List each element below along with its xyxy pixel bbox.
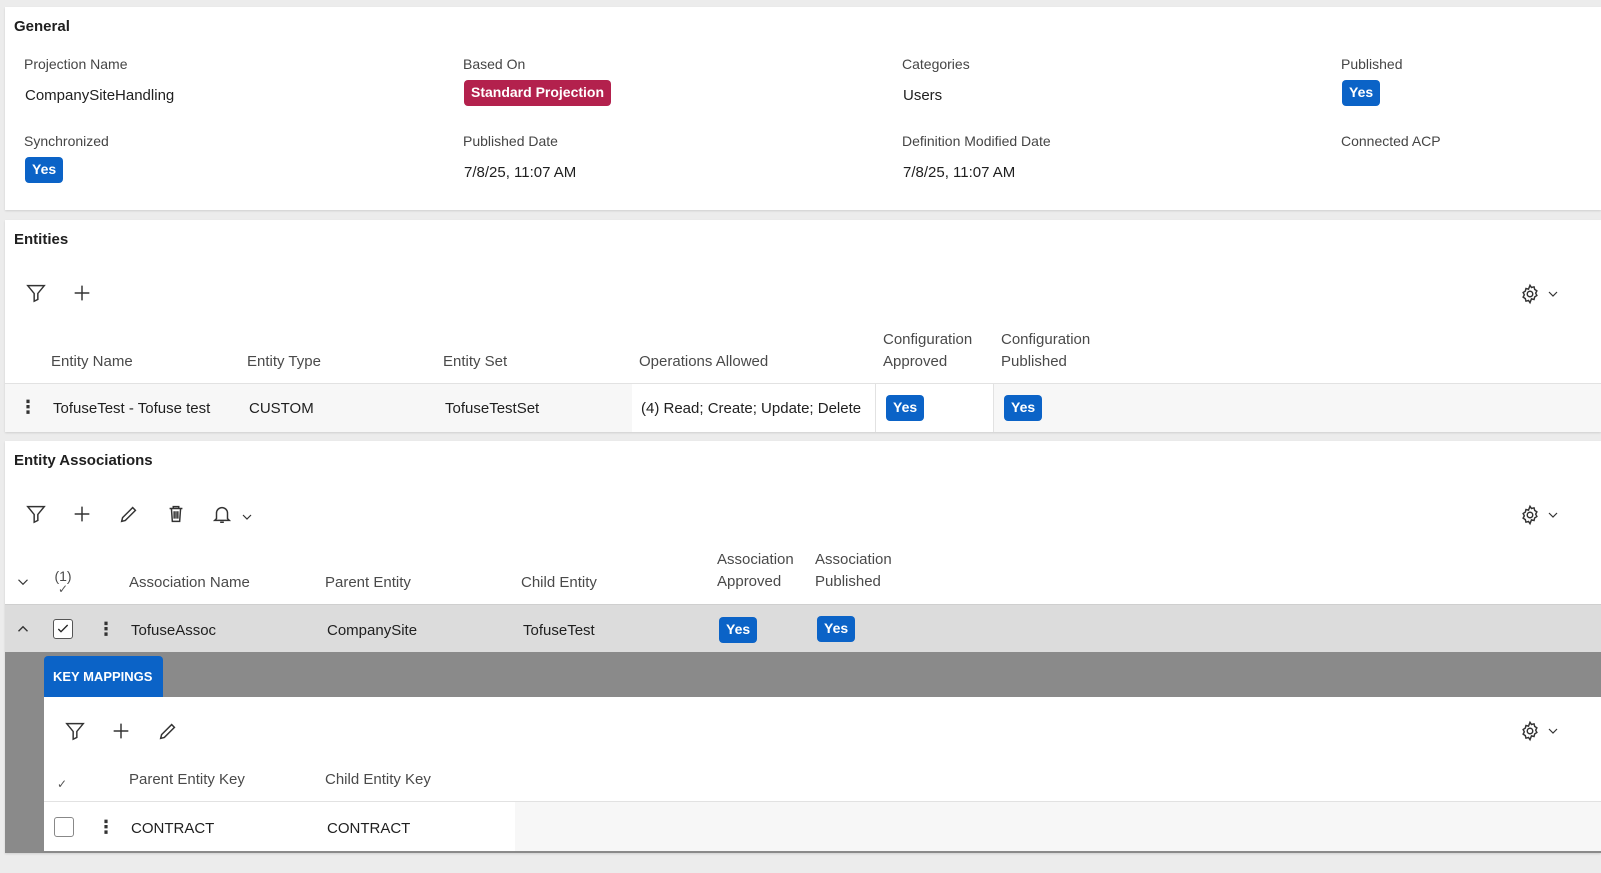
bell-icon[interactable] <box>210 502 234 526</box>
based-on-label: Based On <box>463 56 526 72</box>
projection-name-value: CompanySiteHandling <box>25 87 175 104</box>
col-parent-entity-key[interactable]: Parent Entity Key <box>129 769 245 791</box>
published-label: Published <box>1341 56 1403 72</box>
tab-key-mappings[interactable]: KEY MAPPINGS <box>44 656 163 697</box>
check-icon: ✓ <box>57 582 69 596</box>
associations-title: Entity Associations <box>14 452 153 469</box>
col-configuration-published[interactable]: Configuration Published <box>1001 329 1090 373</box>
definition-modified-date-value: 7/8/25, 11:07 AM <box>903 164 1016 181</box>
row-menu-icon[interactable]: ⋮ <box>19 398 37 416</box>
gear-icon[interactable] <box>1518 503 1542 527</box>
select-all-check-icon[interactable]: ✓ <box>57 777 67 791</box>
cell-entity-name: TofuseTest - Tofuse test <box>53 400 211 417</box>
table-row[interactable]: ⋮ TofuseAssoc CompanySite TofuseTest Yes… <box>5 604 1601 652</box>
col-entity-type[interactable]: Entity Type <box>247 351 321 373</box>
col-operations-allowed[interactable]: Operations Allowed <box>639 351 768 373</box>
row-checkbox-checked[interactable] <box>53 619 73 639</box>
gear-icon[interactable] <box>1518 282 1542 306</box>
trash-icon[interactable] <box>164 502 188 526</box>
col-child-entity[interactable]: Child Entity <box>521 572 597 594</box>
key-mappings-panel: ✓ Parent Entity Key Child Entity Key ⋮ C… <box>44 697 1601 851</box>
select-all-toggle[interactable]: (1) ✓ <box>51 568 75 596</box>
cell-parent-entity: CompanySite <box>327 622 418 639</box>
col-entity-set[interactable]: Entity Set <box>443 351 507 373</box>
cell-operations-allowed: (4) Read; Create; Update; Delete <box>641 400 862 417</box>
chevron-down-icon[interactable] <box>1545 503 1561 527</box>
cell-child-entity-key: CONTRACT <box>327 820 411 837</box>
filter-icon[interactable] <box>63 719 87 743</box>
published-date-label: Published Date <box>463 133 558 149</box>
entities-title: Entities <box>14 231 69 248</box>
synchronized-badge: Yes <box>25 157 64 183</box>
pencil-icon[interactable] <box>156 719 180 743</box>
plus-icon[interactable] <box>70 502 94 526</box>
col-parent-entity[interactable]: Parent Entity <box>325 572 411 594</box>
filter-icon[interactable] <box>24 502 48 526</box>
plus-icon[interactable] <box>109 719 133 743</box>
cell-association-name: TofuseAssoc <box>131 622 217 639</box>
col-configuration-approved-line1: Configuration <box>883 331 973 348</box>
config-published-badge: Yes <box>1004 395 1043 421</box>
plus-icon[interactable] <box>70 281 94 305</box>
col-association-approved[interactable]: Association Approved <box>717 549 794 593</box>
col-association-published-line2: Published <box>815 573 881 590</box>
col-association-approved-line2: Approved <box>717 573 782 590</box>
general-title: General <box>14 18 70 35</box>
filter-icon[interactable] <box>24 281 48 305</box>
col-configuration-published-line2: Published <box>1001 353 1067 370</box>
cell-entity-set: TofuseTestSet <box>445 400 540 417</box>
col-configuration-published-line1: Configuration <box>1001 331 1091 348</box>
col-association-approved-line1: Association <box>717 551 794 568</box>
col-association-name[interactable]: Association Name <box>129 572 250 594</box>
entities-card: Entities Entity Name Entity Type Entity … <box>5 220 1601 432</box>
table-row[interactable]: ⋮ CONTRACT CONTRACT <box>44 801 1601 851</box>
gear-icon[interactable] <box>1518 719 1542 743</box>
association-published-badge: Yes <box>817 616 856 642</box>
definition-modified-date-label: Definition Modified Date <box>902 133 1051 149</box>
chevron-down-icon[interactable] <box>1545 719 1561 743</box>
chevron-up-icon[interactable] <box>14 617 32 641</box>
row-menu-icon[interactable]: ⋮ <box>97 620 115 638</box>
table-row[interactable]: ⋮ TofuseTest - Tofuse test CUSTOM Tofuse… <box>5 383 1601 432</box>
categories-value: Users <box>903 87 943 104</box>
row-checkbox[interactable] <box>54 817 74 837</box>
col-configuration-approved[interactable]: Configuration Approved <box>883 329 972 373</box>
published-date-value: 7/8/25, 11:07 AM <box>464 164 577 181</box>
row-bg-right <box>515 802 1601 851</box>
associations-card: Entity Associations (1) ✓ Association Na… <box>5 441 1601 853</box>
expand-all-chevron-icon[interactable] <box>14 570 32 594</box>
cell-entity-type: CUSTOM <box>249 400 314 417</box>
pencil-icon[interactable] <box>117 502 141 526</box>
col-association-published[interactable]: Association Published <box>815 549 892 593</box>
published-badge: Yes <box>1342 80 1381 106</box>
cell-child-entity: TofuseTest <box>523 622 595 639</box>
col-association-published-line1: Association <box>815 551 892 568</box>
col-entity-name[interactable]: Entity Name <box>51 351 133 373</box>
cell-parent-entity-key: CONTRACT <box>131 820 215 837</box>
config-approved-badge: Yes <box>886 395 925 421</box>
row-menu-icon[interactable]: ⋮ <box>97 818 115 836</box>
chevron-down-icon[interactable] <box>1545 282 1561 306</box>
general-card: General Projection Name CompanySiteHandl… <box>5 7 1601 210</box>
categories-label: Categories <box>902 56 970 72</box>
chevron-down-icon[interactable] <box>239 505 255 529</box>
col-configuration-approved-line2: Approved <box>883 353 948 370</box>
col-child-entity-key[interactable]: Child Entity Key <box>325 769 431 791</box>
association-approved-badge: Yes <box>719 617 758 643</box>
connected-acp-label: Connected ACP <box>1341 133 1441 149</box>
projection-name-label: Projection Name <box>24 56 128 72</box>
synchronized-label: Synchronized <box>24 133 109 149</box>
based-on-badge: Standard Projection <box>464 80 612 106</box>
row-detail-panel: KEY MAPPINGS ✓ Parent Entity Key Child E… <box>5 652 1601 853</box>
